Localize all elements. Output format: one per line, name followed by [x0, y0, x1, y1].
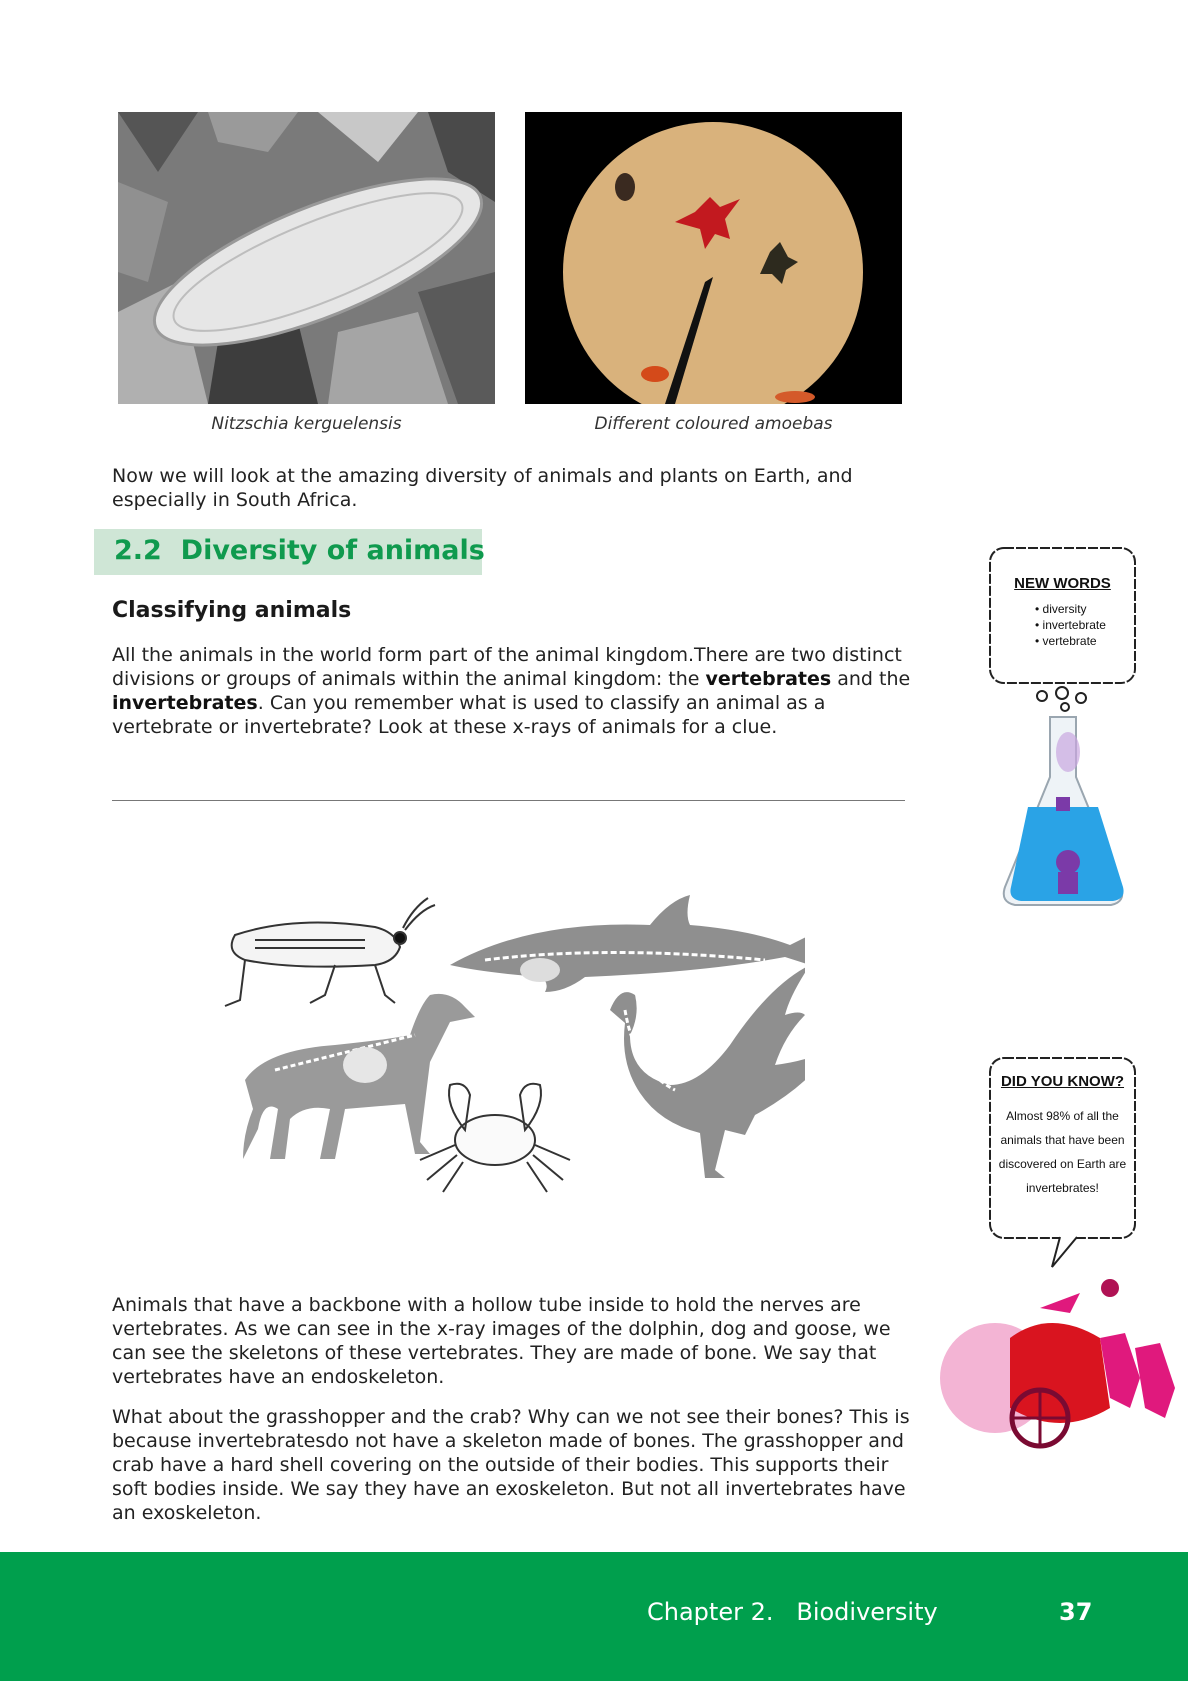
intro-paragraph: Now we will look at the amazing diversit… — [112, 465, 853, 511]
did-you-know-text: Almost 98% of all the animals that have … — [995, 1104, 1130, 1200]
page-footer — [0, 1552, 1188, 1681]
section-title: Diversity of animals — [180, 535, 485, 566]
text-run: and the — [831, 668, 911, 690]
term-invertebrates: invertebrates — [112, 692, 258, 714]
goose-drawing — [610, 967, 805, 1178]
diatom-photo — [118, 112, 495, 404]
term-vertebrates: vertebrates — [705, 668, 832, 690]
chapter-title: Chapter 2. Biodiversity — [647, 1598, 938, 1626]
vertebrates-paragraph: Animals that have a backbone with a holl… — [112, 1294, 891, 1388]
fact-line: Almost 98% of all the — [1006, 1109, 1119, 1123]
dolphin-drawing — [450, 895, 805, 992]
grasshopper-drawing — [224, 897, 436, 1007]
amoeba-photo — [525, 112, 902, 404]
diatom-caption: Nitzschia kerguelensis — [211, 414, 402, 434]
did-you-know-title: DID YOU KNOW? — [1000, 1073, 1125, 1090]
classifying-paragraph: All the animals in the world form part o… — [112, 643, 912, 739]
section-heading: 2.2 Diversity of animals — [114, 534, 485, 568]
new-words-title: NEW WORDS — [1014, 575, 1111, 592]
flask-illustration — [1002, 716, 1124, 906]
amoeba-caption: Different coloured amoebas — [594, 414, 833, 434]
chariot-illustration — [940, 1279, 1175, 1449]
fact-line: animals that have been — [1000, 1133, 1125, 1147]
new-word-item: • diversity — [1035, 602, 1087, 616]
subheading: Classifying animals — [112, 598, 352, 623]
new-word-item: • invertebrate — [1035, 618, 1106, 632]
section-number: 2.2 — [114, 535, 162, 566]
fact-line: invertebrates! — [1026, 1181, 1099, 1195]
divider-line — [112, 800, 905, 801]
new-words-list: • diversity • invertebrate • vertebrate — [1035, 601, 1106, 649]
animal-xray-illustration — [224, 895, 805, 1193]
fact-line: discovered on Earth are — [998, 1157, 1127, 1171]
crab-drawing — [419, 1082, 571, 1193]
new-word-item: • vertebrate — [1035, 634, 1097, 648]
dog-drawing — [243, 993, 475, 1159]
page-number: 37 — [1059, 1598, 1093, 1626]
invertebrates-paragraph: What about the grasshopper and the crab?… — [112, 1406, 910, 1524]
